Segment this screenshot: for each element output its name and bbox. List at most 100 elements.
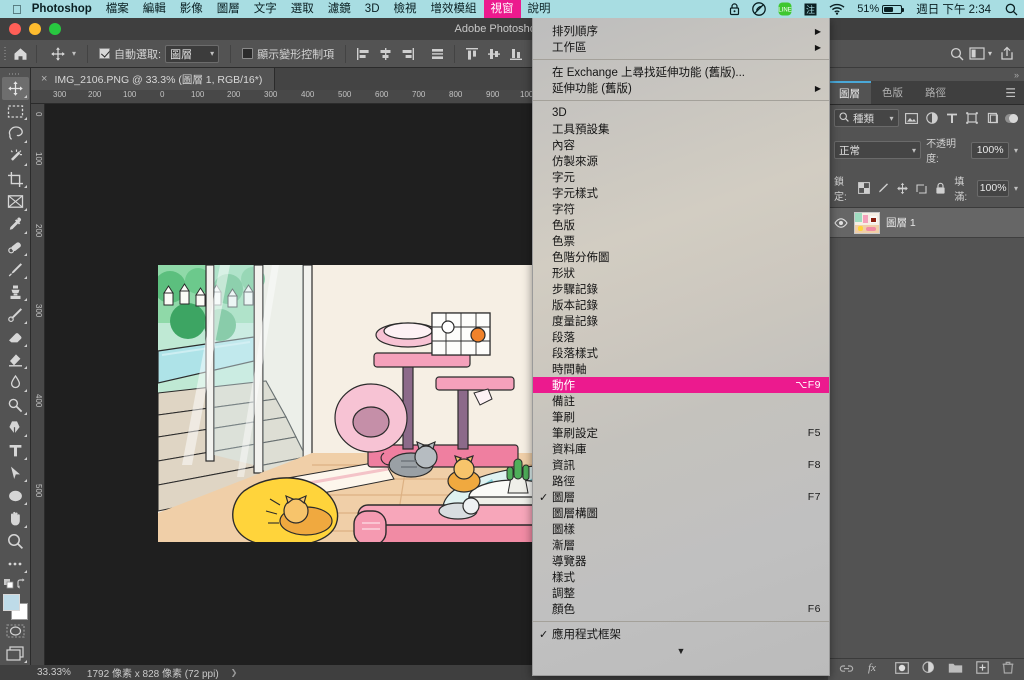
menu-item-properties[interactable]: 內容 bbox=[533, 137, 829, 153]
lasso-tool[interactable] bbox=[2, 122, 29, 145]
menu-item-info[interactable]: 資訊F8 bbox=[533, 457, 829, 473]
chevron-down-icon[interactable]: ▾ bbox=[1014, 146, 1018, 155]
menu-item-find-extensions[interactable]: 在 Exchange 上尋找延伸功能 (舊版)... bbox=[533, 64, 829, 80]
align-right-edges-icon[interactable] bbox=[396, 44, 418, 64]
input-source-icon[interactable]: 注 bbox=[798, 0, 823, 18]
menu-item-actions[interactable]: 動作⌥F9 bbox=[533, 377, 829, 393]
chevron-down-icon[interactable]: ▾ bbox=[988, 49, 992, 58]
menu-item-version-history[interactable]: 版本記錄 bbox=[533, 297, 829, 313]
wifi-icon[interactable] bbox=[823, 0, 851, 18]
tab-layers[interactable]: 圖層 bbox=[828, 81, 871, 104]
layer-filter-dropdown[interactable]: 種類 ▾ bbox=[834, 109, 899, 127]
menu-item-adjustments[interactable]: 調整 bbox=[533, 585, 829, 601]
menubar-item-filter[interactable]: 濾鏡 bbox=[321, 0, 358, 18]
auto-select-checkbox[interactable] bbox=[99, 48, 110, 59]
type-filter-icon[interactable] bbox=[944, 109, 959, 127]
menu-item-libraries[interactable]: 資料庫 bbox=[533, 441, 829, 457]
line-icon[interactable]: LINE bbox=[772, 0, 798, 18]
align-top-edges-icon[interactable] bbox=[461, 44, 483, 64]
pixel-filter-icon[interactable] bbox=[904, 109, 919, 127]
new-layer-icon[interactable] bbox=[976, 661, 989, 679]
link-layers-icon[interactable] bbox=[839, 661, 854, 679]
type-tool[interactable] bbox=[2, 439, 29, 462]
path-selection-tool[interactable] bbox=[2, 462, 29, 485]
menu-item-paragraph[interactable]: 段落 bbox=[533, 329, 829, 345]
smart-object-filter-icon[interactable] bbox=[985, 109, 1000, 127]
home-icon[interactable] bbox=[10, 44, 30, 64]
layer-style-icon[interactable]: fx bbox=[867, 661, 882, 679]
move-tool[interactable] bbox=[2, 77, 29, 100]
delete-layer-icon[interactable] bbox=[1002, 661, 1014, 679]
menubar-item-3d[interactable]: 3D bbox=[358, 0, 387, 18]
menu-item-styles[interactable]: 樣式 bbox=[533, 569, 829, 585]
menu-item-brushes[interactable]: 筆刷 bbox=[533, 409, 829, 425]
window-menu-dropdown[interactable]: 排列順序 ▶ 工作區 ▶ 在 Exchange 上尋找延伸功能 (舊版)... … bbox=[532, 18, 830, 676]
show-transform-checkbox[interactable] bbox=[242, 48, 253, 59]
eraser-tool[interactable] bbox=[2, 326, 29, 349]
menu-item-history[interactable]: 步驟記錄 bbox=[533, 281, 829, 297]
menu-item-measurement-log[interactable]: 度量記錄 bbox=[533, 313, 829, 329]
scroll-down-arrow[interactable]: ▼ bbox=[533, 642, 829, 660]
history-brush-tool[interactable] bbox=[2, 303, 29, 326]
adjustment-filter-icon[interactable] bbox=[924, 109, 939, 127]
eyedropper-tool[interactable] bbox=[2, 213, 29, 236]
align-bottom-edges-icon[interactable] bbox=[505, 44, 527, 64]
options-bar-grip[interactable] bbox=[0, 40, 10, 68]
menubar-item-type[interactable]: 文字 bbox=[247, 0, 284, 18]
default-and-swap-colors[interactable] bbox=[2, 575, 29, 591]
layer-name[interactable]: 圖層 1 bbox=[886, 215, 916, 230]
tab-channels[interactable]: 色版 bbox=[871, 81, 914, 104]
chevron-down-icon[interactable]: ▾ bbox=[1014, 184, 1018, 193]
color-swatches[interactable] bbox=[2, 594, 29, 619]
auto-select-option[interactable]: 自動選取: 圖層 ▾ bbox=[94, 43, 224, 65]
zoom-level[interactable]: 33.33% bbox=[31, 667, 81, 678]
spotlight-search-icon[interactable] bbox=[999, 0, 1024, 18]
menu-item-workspace[interactable]: 工作區 ▶ bbox=[533, 39, 829, 55]
frame-tool[interactable] bbox=[2, 190, 29, 213]
tools-panel-grip[interactable] bbox=[0, 70, 30, 77]
panel-menu-icon[interactable]: ☰ bbox=[997, 81, 1024, 104]
quick-mask-icon[interactable] bbox=[2, 620, 29, 643]
menu-item-application-frame[interactable]: ✓ 應用程式框架 bbox=[533, 626, 829, 642]
menu-item-notes[interactable]: 備註 bbox=[533, 393, 829, 409]
tab-paths[interactable]: 路徑 bbox=[914, 81, 957, 104]
align-left-edges-icon[interactable] bbox=[352, 44, 374, 64]
align-vertical-centers-icon[interactable] bbox=[483, 44, 505, 64]
close-button[interactable] bbox=[9, 23, 21, 35]
menu-item-extensions-legacy[interactable]: 延伸功能 (舊版) ▶ bbox=[533, 80, 829, 96]
menu-item-histogram[interactable]: 色階分佈圖 bbox=[533, 249, 829, 265]
foreground-color-swatch[interactable] bbox=[3, 594, 20, 611]
crop-tool[interactable] bbox=[2, 168, 29, 191]
menubar-item-window[interactable]: 視窗 bbox=[484, 0, 521, 18]
menu-item-gradients[interactable]: 漸層 bbox=[533, 537, 829, 553]
opacity-value[interactable]: 100% bbox=[971, 142, 1009, 159]
lock-position-icon[interactable] bbox=[895, 179, 909, 197]
gradient-tool[interactable] bbox=[2, 349, 29, 372]
menubar-item-plugins[interactable]: 增效模組 bbox=[424, 0, 484, 18]
menubar-item-layer[interactable]: 圖層 bbox=[210, 0, 247, 18]
menu-item-channels[interactable]: 色版 bbox=[533, 217, 829, 233]
show-transform-controls-option[interactable]: 顯示變形控制項 bbox=[237, 43, 339, 65]
screen-mode-icon[interactable] bbox=[968, 45, 986, 63]
menu-item-glyphs[interactable]: 字符 bbox=[533, 201, 829, 217]
menu-item-tool-presets[interactable]: 工具預設集 bbox=[533, 121, 829, 137]
menu-item-layers[interactable]: ✓圖層F7 bbox=[533, 489, 829, 505]
menubar-app-name[interactable]: Photoshop bbox=[32, 0, 99, 18]
chevron-down-icon[interactable]: ▾ bbox=[72, 49, 76, 58]
menubar-item-edit[interactable]: 編輯 bbox=[136, 0, 173, 18]
menu-item-timeline[interactable]: 時間軸 bbox=[533, 361, 829, 377]
menu-item-swatches[interactable]: 色票 bbox=[533, 233, 829, 249]
menu-item-arrange[interactable]: 排列順序 ▶ bbox=[533, 23, 829, 39]
pen-tool[interactable] bbox=[2, 417, 29, 440]
menu-item-3d[interactable]: 3D bbox=[533, 105, 829, 121]
blur-tool[interactable] bbox=[2, 371, 29, 394]
layer-mask-icon[interactable] bbox=[895, 661, 909, 679]
active-tool-indicator[interactable]: ▾ bbox=[43, 43, 81, 65]
screen-mode-icon[interactable] bbox=[2, 642, 29, 665]
spot-healing-brush-tool[interactable] bbox=[2, 236, 29, 259]
creative-cloud-icon[interactable] bbox=[746, 0, 772, 18]
menu-item-clone-source[interactable]: 仿製來源 bbox=[533, 153, 829, 169]
lock-all-icon[interactable] bbox=[933, 179, 947, 197]
align-horizontal-centers-icon[interactable] bbox=[374, 44, 396, 64]
menubar-item-file[interactable]: 檔案 bbox=[99, 0, 136, 18]
